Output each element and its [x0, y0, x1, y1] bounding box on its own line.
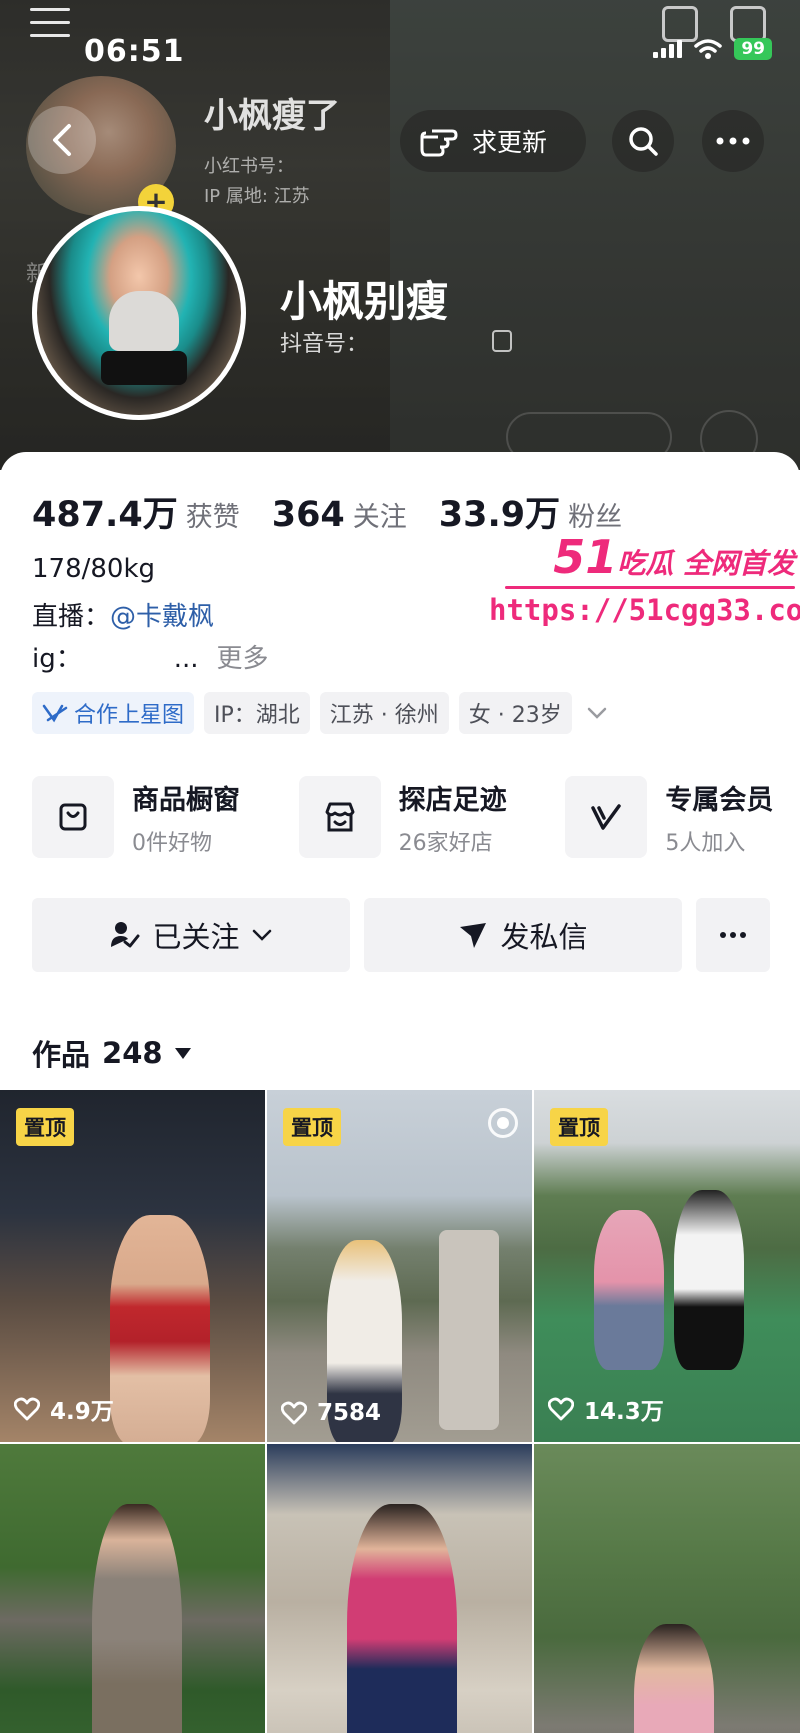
- video-thumbnail[interactable]: [534, 1444, 800, 1733]
- pinned-badge: 置顶: [550, 1108, 608, 1146]
- tags-expand-chevron-icon[interactable]: [582, 698, 612, 728]
- video-thumbnail[interactable]: 置顶 7584: [267, 1090, 532, 1442]
- signal-icon: [653, 40, 683, 58]
- tag-location: 江苏 · 徐州: [319, 692, 449, 734]
- more-options-button[interactable]: [702, 110, 764, 172]
- user-check-icon: [111, 922, 140, 948]
- menu-icon[interactable]: [30, 8, 70, 40]
- ellipsis-icon: [716, 137, 750, 145]
- profile-name: 小枫别瘦: [280, 277, 449, 326]
- service-membership[interactable]: 专属会员 5人加入: [565, 776, 800, 858]
- shop-icon: [325, 802, 355, 832]
- profile-header-background: 06:51 99 + 小枫瘦了 小红书号： IP 属地: 江苏 求更新 新 小枫…: [0, 0, 800, 470]
- overlay-xhs-id: 小红书号：: [204, 156, 294, 177]
- bag-icon: [59, 803, 87, 831]
- tag-star-cooperation[interactable]: 合作上星图: [32, 692, 195, 734]
- bio-ig: ig：... 更多: [32, 644, 269, 674]
- send-icon: [460, 923, 487, 948]
- watermark-logo: 51吃瓜 全网首发 https://51cgg33.com: [489, 530, 800, 627]
- heart-icon: [14, 1397, 40, 1421]
- request-update-label: 求更新: [472, 128, 548, 157]
- profile-avatar[interactable]: [32, 206, 246, 420]
- vip-icon: [591, 804, 622, 830]
- chevron-down-icon: [252, 929, 271, 941]
- back-button[interactable]: [28, 106, 96, 174]
- video-likes: 14.3万: [548, 1392, 664, 1426]
- back-arrow-icon: [53, 124, 71, 156]
- followed-button[interactable]: 已关注: [32, 898, 350, 972]
- video-thumbnail[interactable]: [0, 1444, 265, 1733]
- stat-likes[interactable]: 487.4万 获赞: [32, 486, 240, 537]
- status-time: 06:51: [84, 34, 185, 69]
- service-shop-window[interactable]: 商品橱窗 0件好物: [32, 776, 299, 858]
- star-map-icon: [42, 704, 68, 723]
- video-likes: 7584: [281, 1400, 381, 1426]
- action-more-button[interactable]: [696, 898, 770, 972]
- video-thumbnail[interactable]: 置顶 4.9万: [0, 1090, 265, 1442]
- live-indicator-icon: [488, 1108, 518, 1138]
- bio-measurements: 178/80kg: [32, 554, 156, 584]
- service-store-visits[interactable]: 探店足迹 26家好店: [298, 776, 566, 858]
- video-thumbnail[interactable]: [267, 1444, 532, 1733]
- overlay-ip: IP 属地: 江苏: [204, 186, 310, 207]
- wifi-icon: [694, 39, 723, 59]
- video-likes: 4.9万: [14, 1392, 114, 1426]
- pinned-badge: 置顶: [16, 1108, 74, 1146]
- bio-live: 直播：@卡戴枫: [32, 602, 215, 632]
- pinned-badge: 置顶: [283, 1108, 341, 1146]
- works-grid: 置顶 4.9万 置顶 7584 置顶 14.3万: [0, 1090, 800, 1733]
- send-message-button[interactable]: 发私信: [364, 898, 682, 972]
- hand-point-icon: [420, 129, 458, 157]
- battery-indicator: 99: [734, 38, 772, 60]
- search-button[interactable]: [612, 110, 674, 172]
- ellipsis-icon: [720, 932, 746, 938]
- service-entries: 商品橱窗 0件好物 探店足迹 26家好店 专属会员 5人加入: [32, 776, 800, 858]
- tag-gender-age: 女 · 23岁: [458, 692, 572, 734]
- profile-tags: 合作上星图 IP：湖北 江苏 · 徐州 女 · 23岁: [32, 692, 612, 734]
- request-update-button[interactable]: 求更新: [400, 110, 586, 172]
- status-bar-right: 99: [653, 38, 772, 60]
- bio-more-link[interactable]: 更多: [217, 644, 269, 674]
- scan-icon[interactable]: [662, 6, 698, 42]
- profile-actions: 已关注 发私信: [32, 898, 770, 972]
- live-mention-link[interactable]: @卡戴枫: [110, 602, 214, 632]
- overlay-name: 小枫瘦了: [204, 96, 340, 136]
- caret-down-icon: [174, 1047, 191, 1059]
- douyin-id: 抖音号：: [280, 332, 369, 357]
- copy-icon[interactable]: [492, 330, 512, 352]
- share-icon[interactable]: [730, 6, 766, 42]
- tag-ip: IP：湖北: [204, 692, 310, 734]
- search-icon: [629, 127, 658, 156]
- stat-following[interactable]: 364 关注: [272, 495, 407, 535]
- video-thumbnail[interactable]: 置顶 14.3万: [534, 1090, 800, 1442]
- works-tab[interactable]: 作品 248: [32, 1032, 191, 1074]
- heart-icon: [281, 1401, 307, 1425]
- heart-icon: [548, 1397, 574, 1421]
